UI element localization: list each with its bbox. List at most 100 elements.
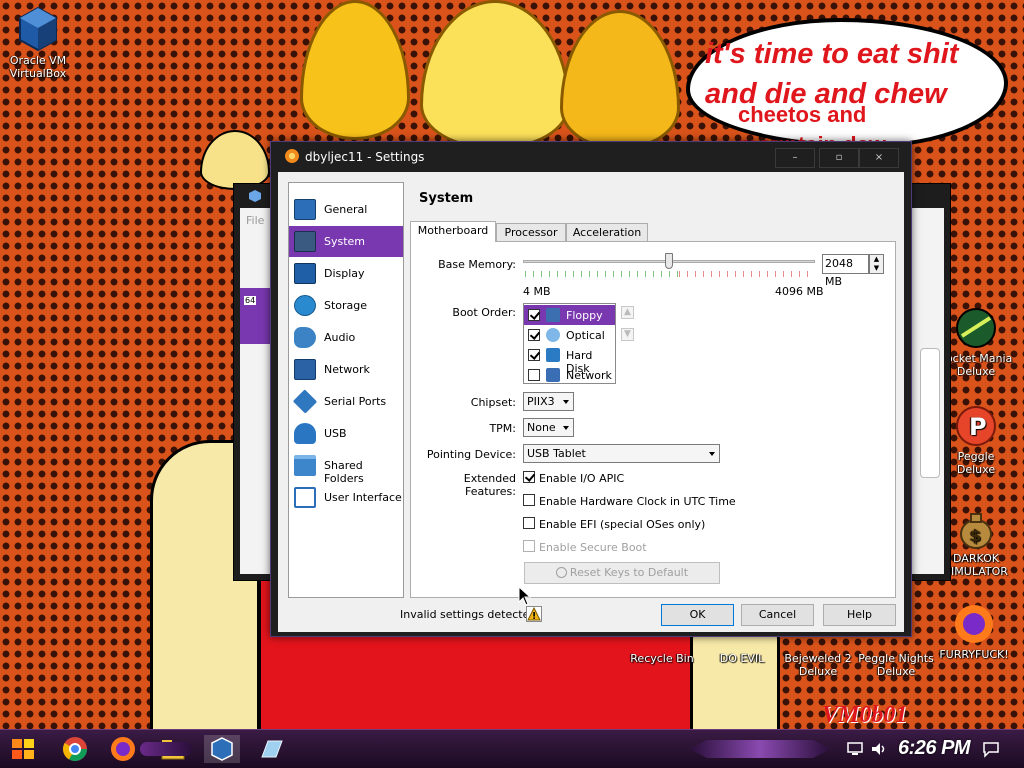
- title-bar[interactable]: dbyljec11 - Settings – ▫ ×: [271, 142, 911, 172]
- boot-checkbox[interactable]: [528, 349, 540, 361]
- warning-icon[interactable]: [526, 606, 542, 622]
- sidebar-item-audio[interactable]: Audio: [289, 322, 403, 353]
- boot-item-hard-disk[interactable]: Hard Disk: [524, 345, 615, 375]
- boot-order-list[interactable]: Floppy Optical Hard Disk Network: [523, 303, 616, 384]
- boot-item-floppy[interactable]: Floppy: [524, 305, 615, 325]
- taskbar-chrome[interactable]: [60, 735, 90, 763]
- move-up-button[interactable]: ▲: [621, 306, 634, 319]
- desktop-icon-virtualbox[interactable]: Oracle VM VirtualBox: [0, 6, 76, 80]
- notifications-icon[interactable]: [982, 740, 1000, 758]
- boot-item-optical[interactable]: Optical: [524, 325, 615, 345]
- usb-icon: [294, 423, 316, 444]
- network-icon: [294, 359, 316, 380]
- network-tray-icon[interactable]: [846, 741, 864, 757]
- menu-file[interactable]: File: [246, 214, 264, 227]
- taskbar: 6:26 PM: [0, 729, 1024, 768]
- firefox-icon: [955, 605, 993, 643]
- pointing-device-value: USB Tablet: [527, 447, 586, 460]
- sidebar-item-label: Audio: [324, 331, 356, 344]
- desktop-icon-do-evil[interactable]: DO EVIL: [704, 652, 780, 665]
- memory-excess-range: [679, 271, 815, 277]
- chevron-down-icon: [709, 452, 715, 456]
- sidebar-item-display[interactable]: Display: [289, 258, 403, 289]
- efi-checkbox[interactable]: [523, 517, 535, 529]
- desktop-icon-peggle-nights[interactable]: Peggle Nights Deluxe: [858, 652, 934, 678]
- volume-tray-icon[interactable]: [870, 741, 888, 757]
- speech-subtext: cheetos and mountain dew: [738, 102, 886, 144]
- svg-text:$: $: [970, 526, 981, 545]
- pointing-device-select[interactable]: USB Tablet: [523, 444, 720, 463]
- sidebar-item-usb[interactable]: USB: [289, 418, 403, 449]
- peggle-icon: P: [956, 406, 996, 446]
- sidebar-item-shared-folders[interactable]: Shared Folders: [289, 450, 403, 485]
- sidebar-item-system[interactable]: System: [289, 226, 403, 257]
- taskbar-virtualbox[interactable]: [204, 735, 240, 763]
- desktop-icon-label: DO EVIL: [719, 652, 765, 665]
- memory-max-label: 4096 MB: [775, 285, 824, 298]
- cancel-button[interactable]: Cancel: [741, 604, 814, 626]
- vm-list-selection[interactable]: 64: [240, 288, 272, 344]
- monitor-icon: [294, 199, 316, 220]
- motherboard-panel: Base Memory: 2048 MB ▲ ▼ 4 MB 4096 MB Boo…: [410, 241, 896, 598]
- virtualbox-icon: [19, 6, 57, 52]
- boot-checkbox[interactable]: [528, 309, 540, 321]
- desktop-icon-label: DARKOK SIMULATOR: [944, 552, 1008, 578]
- clock[interactable]: 6:26 PM: [898, 737, 971, 760]
- desktop-icon-bejeweled[interactable]: Bejeweled 2 Deluxe: [780, 652, 856, 678]
- boot-checkbox[interactable]: [528, 329, 540, 341]
- sidebar-item-network[interactable]: Network: [289, 354, 403, 385]
- desktop-icon-label: Recycle Bin: [630, 652, 694, 665]
- flame-shape: [560, 10, 680, 150]
- boot-checkbox[interactable]: [528, 369, 540, 381]
- desktop-icon-recycle-bin[interactable]: Recycle Bin: [624, 652, 700, 665]
- folder-icon: [294, 455, 316, 476]
- harddisk-icon: [546, 348, 560, 362]
- io-apic-checkbox[interactable]: [523, 471, 535, 483]
- maximize-button[interactable]: ▫: [819, 148, 859, 168]
- memory-spinner-arrows[interactable]: ▲ ▼: [869, 254, 884, 274]
- tab-acceleration[interactable]: Acceleration: [566, 223, 648, 242]
- boot-item-label: Optical: [566, 329, 605, 342]
- tpm-value: None: [527, 421, 556, 434]
- memory-slider-thumb[interactable]: [665, 253, 673, 269]
- sidebar-item-label: General: [324, 203, 368, 216]
- boot-item-network[interactable]: Network: [524, 365, 615, 385]
- help-button[interactable]: Help: [823, 604, 896, 626]
- disk-icon: [294, 295, 316, 316]
- chipset-value: PIIX3: [527, 395, 555, 408]
- sidebar-item-serial-ports[interactable]: Serial Ports: [289, 386, 403, 417]
- minimize-button[interactable]: –: [775, 148, 815, 168]
- start-logo-icon: [12, 739, 34, 759]
- tab-processor[interactable]: Processor: [496, 223, 566, 242]
- secure-boot-label: Enable Secure Boot: [539, 541, 647, 554]
- utc-clock-checkbox[interactable]: [523, 494, 535, 506]
- memory-spinbox[interactable]: 2048 MB: [822, 254, 869, 288]
- floppy-icon: [546, 308, 560, 322]
- start-button[interactable]: [8, 735, 38, 763]
- taskbar-firefox[interactable]: [108, 735, 138, 763]
- desktop-icon-label: Peggle Deluxe: [956, 450, 996, 476]
- taskbar-decoration: [140, 742, 192, 756]
- sidebar-item-label: Network: [324, 363, 370, 376]
- pocket-mania-icon: [956, 308, 996, 348]
- boot-order-label: Boot Order:: [452, 306, 516, 319]
- window-title: dbyljec11 - Settings: [305, 150, 425, 164]
- chevron-down-icon: [563, 400, 569, 404]
- sidebar-item-user-interface[interactable]: User Interface: [289, 482, 403, 513]
- svg-text:P: P: [969, 413, 987, 441]
- sidebar-item-storage[interactable]: Storage: [289, 290, 403, 321]
- utc-clock-label: Enable Hardware Clock in UTC Time: [539, 495, 736, 508]
- watermark: VM0b01: [822, 702, 908, 728]
- close-button[interactable]: ×: [859, 148, 899, 168]
- tpm-select[interactable]: None: [523, 418, 574, 437]
- move-down-button[interactable]: ▼: [621, 328, 634, 341]
- sidebar-item-general[interactable]: General: [289, 194, 403, 225]
- chipset-select[interactable]: PIIX3: [523, 392, 574, 411]
- base-memory-label: Base Memory:: [438, 258, 516, 271]
- tab-motherboard[interactable]: Motherboard: [410, 221, 496, 242]
- app-icon: [261, 740, 283, 758]
- taskbar-app[interactable]: [256, 735, 286, 763]
- money-bag-icon: $: [960, 513, 992, 549]
- desktop-icon-furryfuck[interactable]: FURRYFUCK!: [936, 602, 1012, 661]
- ok-button[interactable]: OK: [661, 604, 734, 626]
